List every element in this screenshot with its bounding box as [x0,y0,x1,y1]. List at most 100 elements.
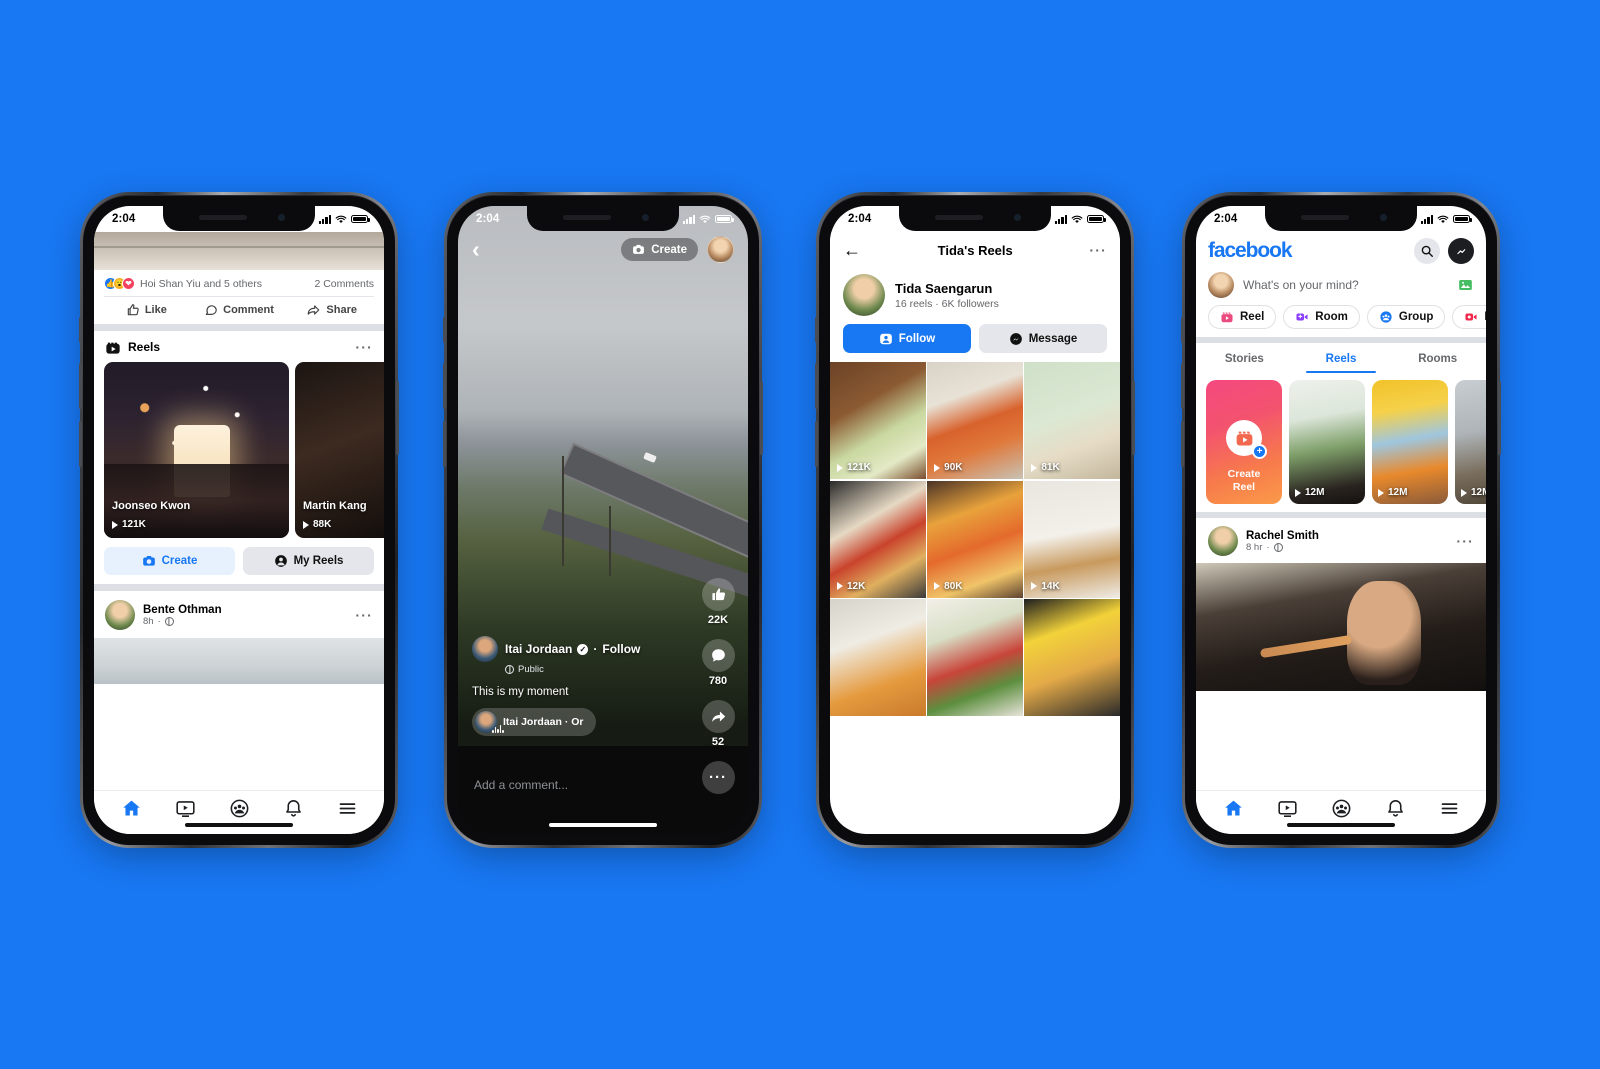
volume-down-button[interactable] [79,421,82,467]
reactions-text[interactable]: Hoi Shan Yiu and 5 others [140,278,262,290]
create-button[interactable]: Create [621,238,698,261]
more-options-button[interactable]: ··· [701,761,735,794]
profile-header: Tida Saengarun 16 reels · 6K followers [830,268,1120,324]
play-count: 80K [934,581,963,592]
avatar[interactable] [1208,272,1234,298]
avatar[interactable] [1208,526,1238,556]
create-reel-button[interactable]: Create [104,547,235,575]
post-author[interactable]: Rachel Smith [1246,530,1319,542]
reel-card[interactable]: Martin Kang 88K [295,362,384,538]
watch-video-icon[interactable] [1277,798,1298,819]
story-reel-card[interactable]: 12M [1455,380,1486,504]
chip-group[interactable]: Group [1366,305,1446,329]
search-button[interactable] [1414,238,1440,264]
reel-author[interactable]: Itai Jordaan [505,642,572,656]
follow-button[interactable]: Follow [843,324,971,353]
tab-stories[interactable]: Stories [1196,343,1293,373]
post-author[interactable]: Bente Othman [143,604,347,616]
home-indicator[interactable] [185,822,293,827]
reels-story-strip[interactable]: + Create Reel 12M 12M 12 [1196,373,1486,512]
audio-track-pill[interactable]: Itai Jordaan · Or [472,708,596,736]
more-options-icon: ··· [709,769,727,786]
power-button[interactable] [1498,381,1501,455]
volume-up-button[interactable] [79,363,82,409]
chip-room[interactable]: Room [1283,305,1360,329]
grid-reel-cell[interactable]: 14K [1024,480,1120,598]
volume-down-button[interactable] [815,421,818,467]
hamburger-menu-icon[interactable] [1439,798,1460,819]
volume-up-button[interactable] [443,363,446,409]
mute-switch[interactable] [1181,317,1184,343]
avatar[interactable] [105,600,135,630]
story-reel-card[interactable]: 12M [1372,380,1448,504]
groups-icon[interactable] [1331,798,1352,819]
more-options-icon[interactable]: ··· [355,339,373,355]
volume-up-button[interactable] [815,363,818,409]
power-button[interactable] [396,381,399,455]
phone-1-feed: 2:04 👍 😮 ❤ Hoi Shan Yiu and 5 others 2 C… [79,192,399,848]
more-options-icon[interactable]: ··· [355,607,373,623]
status-composer[interactable]: What's on your mind? [1196,267,1486,305]
photo-gallery-icon[interactable] [1457,277,1474,293]
back-chevron-icon[interactable]: ‹ [472,238,480,261]
grid-reel-cell[interactable] [1024,599,1120,716]
avatar[interactable] [843,274,885,316]
grid-reel-cell[interactable]: 121K [830,362,926,479]
mute-switch[interactable] [815,317,818,343]
grid-reel-cell[interactable] [927,599,1023,716]
messenger-button[interactable] [1448,238,1474,264]
bell-notifications-icon[interactable] [283,798,304,819]
mute-switch[interactable] [79,317,82,343]
notch [527,206,679,231]
facebook-logo[interactable]: facebook [1208,239,1293,263]
groups-icon[interactable] [229,798,250,819]
share-label: Share [326,304,357,316]
mute-switch[interactable] [443,317,446,343]
power-button[interactable] [760,381,763,455]
chip-live[interactable]: Live [1452,305,1486,329]
grid-reel-cell[interactable]: 12K [830,480,926,598]
chip-reel[interactable]: Reel [1208,305,1277,329]
tab-reels[interactable]: Reels [1293,343,1390,373]
like-button[interactable]: Like [100,303,193,317]
tab-rooms[interactable]: Rooms [1389,343,1486,373]
home-indicator[interactable] [549,822,657,827]
message-button[interactable]: Message [979,324,1107,353]
hamburger-menu-icon[interactable] [337,798,358,819]
post-image[interactable] [1196,563,1486,691]
home-indicator[interactable] [1287,822,1395,827]
volume-up-button[interactable] [1181,363,1184,409]
watch-video-icon[interactable] [175,798,196,819]
create-reel-card[interactable]: + Create Reel [1206,380,1282,504]
reel-card[interactable]: Joonseo Kwon 121K [104,362,289,538]
comments-count[interactable]: 2 Comments [314,278,374,290]
follow-link[interactable]: Follow [602,642,640,656]
home-icon[interactable] [1223,798,1244,819]
grid-reel-cell[interactable]: 80K [927,480,1023,598]
volume-down-button[interactable] [1181,421,1184,467]
share-button[interactable]: Share [285,303,378,317]
like-button[interactable] [701,578,735,611]
power-button[interactable] [1132,381,1135,455]
grid-reel-cell[interactable]: 90K [927,362,1023,479]
phone-4-home-feed: 2:04 facebook What's on your mind? Reel … [1181,192,1501,848]
story-reel-card[interactable]: 12M [1289,380,1365,504]
home-icon[interactable] [121,798,142,819]
back-arrow-icon[interactable]: ← [843,241,861,259]
share-button[interactable] [701,700,735,733]
home-indicator[interactable] [921,822,1029,827]
grid-reel-cell[interactable]: 81K [1024,362,1120,479]
my-reels-button[interactable]: My Reels [243,547,374,575]
grid-reel-cell[interactable] [830,599,926,716]
avatar[interactable] [472,636,498,662]
comment-button[interactable] [701,639,735,672]
reels-carousel[interactable]: Joonseo Kwon 121K Martin Kang 88K [94,362,384,538]
more-options-icon[interactable]: ··· [1089,242,1107,258]
volume-down-button[interactable] [443,421,446,467]
more-options-icon[interactable]: ··· [1456,533,1474,549]
notch [899,206,1051,231]
profile-avatar[interactable] [707,236,734,263]
comment-button[interactable]: Comment [193,303,286,317]
bell-notifications-icon[interactable] [1385,798,1406,819]
reel-privacy: Public [505,664,672,675]
